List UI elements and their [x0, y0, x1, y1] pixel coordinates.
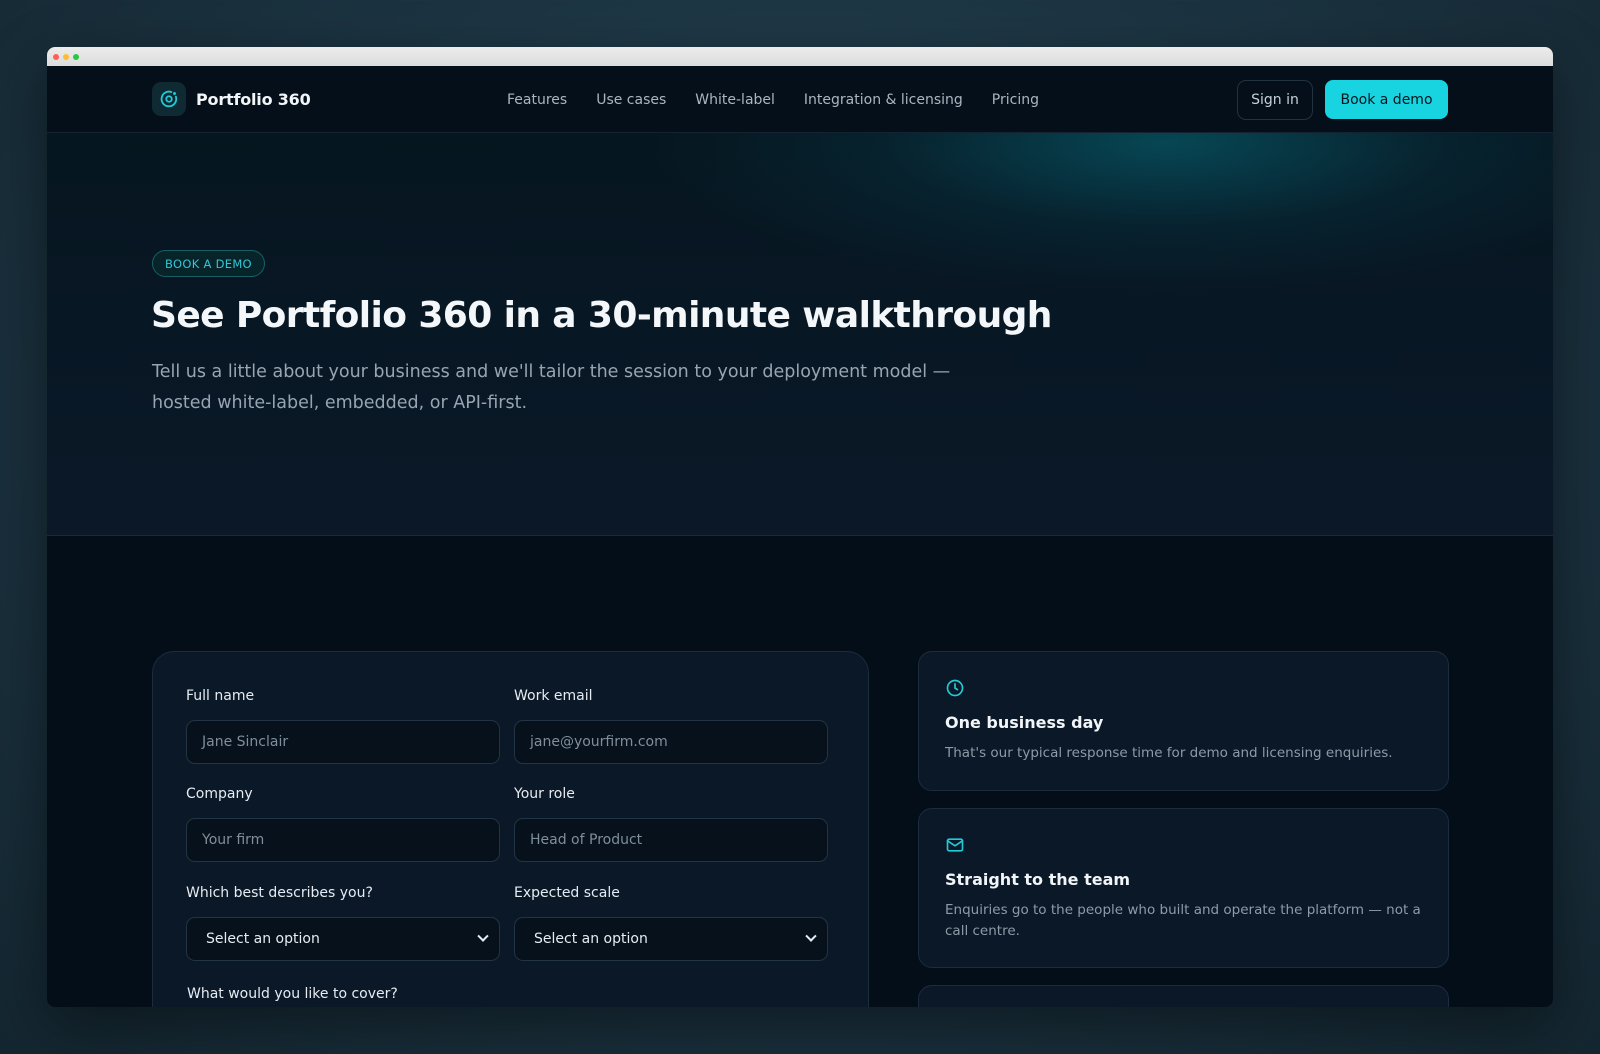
scale-selected-value: Select an option: [534, 931, 648, 947]
cover-topics-label: What would you like to cover?: [187, 986, 398, 1002]
company-group: Company Your firm: [186, 786, 500, 862]
full-name-group: Full name Jane Sinclair: [186, 688, 500, 764]
top-navbar: Portfolio 360 Features Use cases White-l…: [47, 66, 1553, 133]
minimize-window-button[interactable]: [63, 53, 69, 60]
mail-icon: [945, 835, 965, 859]
scale-label: Expected scale: [514, 885, 620, 901]
hero-subtitle: Tell us a little about your business and…: [152, 362, 951, 413]
demo-form-section: Full name Jane Sinclair Work email jane@…: [47, 536, 1553, 1007]
nav-pricing[interactable]: Pricing: [992, 92, 1039, 108]
company-input[interactable]: Your firm: [186, 818, 500, 862]
chevron-down-icon: [805, 930, 817, 942]
info-title: Straight to the team: [945, 870, 1131, 889]
company-label: Company: [186, 786, 253, 802]
window-titlebar: [47, 47, 1553, 66]
demo-form-card: Full name Jane Sinclair Work email jane@…: [152, 651, 869, 1007]
maximize-window-button[interactable]: [73, 53, 79, 60]
clock-icon: [945, 678, 965, 702]
primary-nav: Features Use cases White-label Integrati…: [507, 66, 1039, 133]
page-title: See Portfolio 360 in a 30-minute walkthr…: [151, 295, 1052, 336]
work-email-input[interactable]: jane@yourfirm.com: [514, 720, 828, 764]
chevron-down-icon: [477, 930, 489, 942]
full-name-input[interactable]: Jane Sinclair: [186, 720, 500, 764]
brand-link[interactable]: Portfolio 360: [152, 82, 311, 116]
work-email-label: Work email: [514, 688, 593, 704]
brand-name: Portfolio 360: [196, 89, 311, 109]
work-email-group: Work email jane@yourfirm.com: [514, 688, 828, 764]
book-demo-button[interactable]: Book a demo: [1325, 80, 1448, 119]
sign-in-button[interactable]: Sign in: [1237, 80, 1313, 120]
orbit-icon: [152, 82, 186, 116]
browser-window: Portfolio 360 Features Use cases White-l…: [47, 47, 1553, 1007]
full-name-label: Full name: [186, 688, 255, 704]
role-input[interactable]: Head of Product: [514, 818, 828, 862]
info-card-response-time: One business day That's our typical resp…: [918, 651, 1449, 791]
nav-white-label[interactable]: White-label: [695, 92, 775, 108]
eyebrow-badge: BOOK A DEMO: [152, 250, 265, 277]
describes-label: Which best describes you?: [186, 885, 373, 901]
describes-selected-value: Select an option: [206, 931, 320, 947]
scale-select[interactable]: Select an option: [514, 917, 828, 961]
close-window-button[interactable]: [53, 53, 59, 60]
nav-use-cases[interactable]: Use cases: [596, 92, 666, 108]
info-text: Enquiries go to the people who built and…: [945, 902, 1421, 939]
info-title: One business day: [945, 713, 1104, 732]
nav-integration-licensing[interactable]: Integration & licensing: [804, 92, 963, 108]
role-group: Your role Head of Product: [514, 786, 828, 862]
scale-group: Expected scale Select an option: [514, 885, 828, 961]
info-text: That's our typical response time for dem…: [945, 745, 1393, 761]
describes-group: Which best describes you? Select an opti…: [186, 885, 500, 961]
role-label: Your role: [514, 786, 575, 802]
info-card-third: [918, 985, 1449, 1007]
nav-features[interactable]: Features: [507, 92, 567, 108]
info-card-team: Straight to the team Enquiries go to the…: [918, 808, 1449, 968]
hero-section: BOOK A DEMO See Portfolio 360 in a 30-mi…: [47, 133, 1553, 536]
describes-select[interactable]: Select an option: [186, 917, 500, 961]
